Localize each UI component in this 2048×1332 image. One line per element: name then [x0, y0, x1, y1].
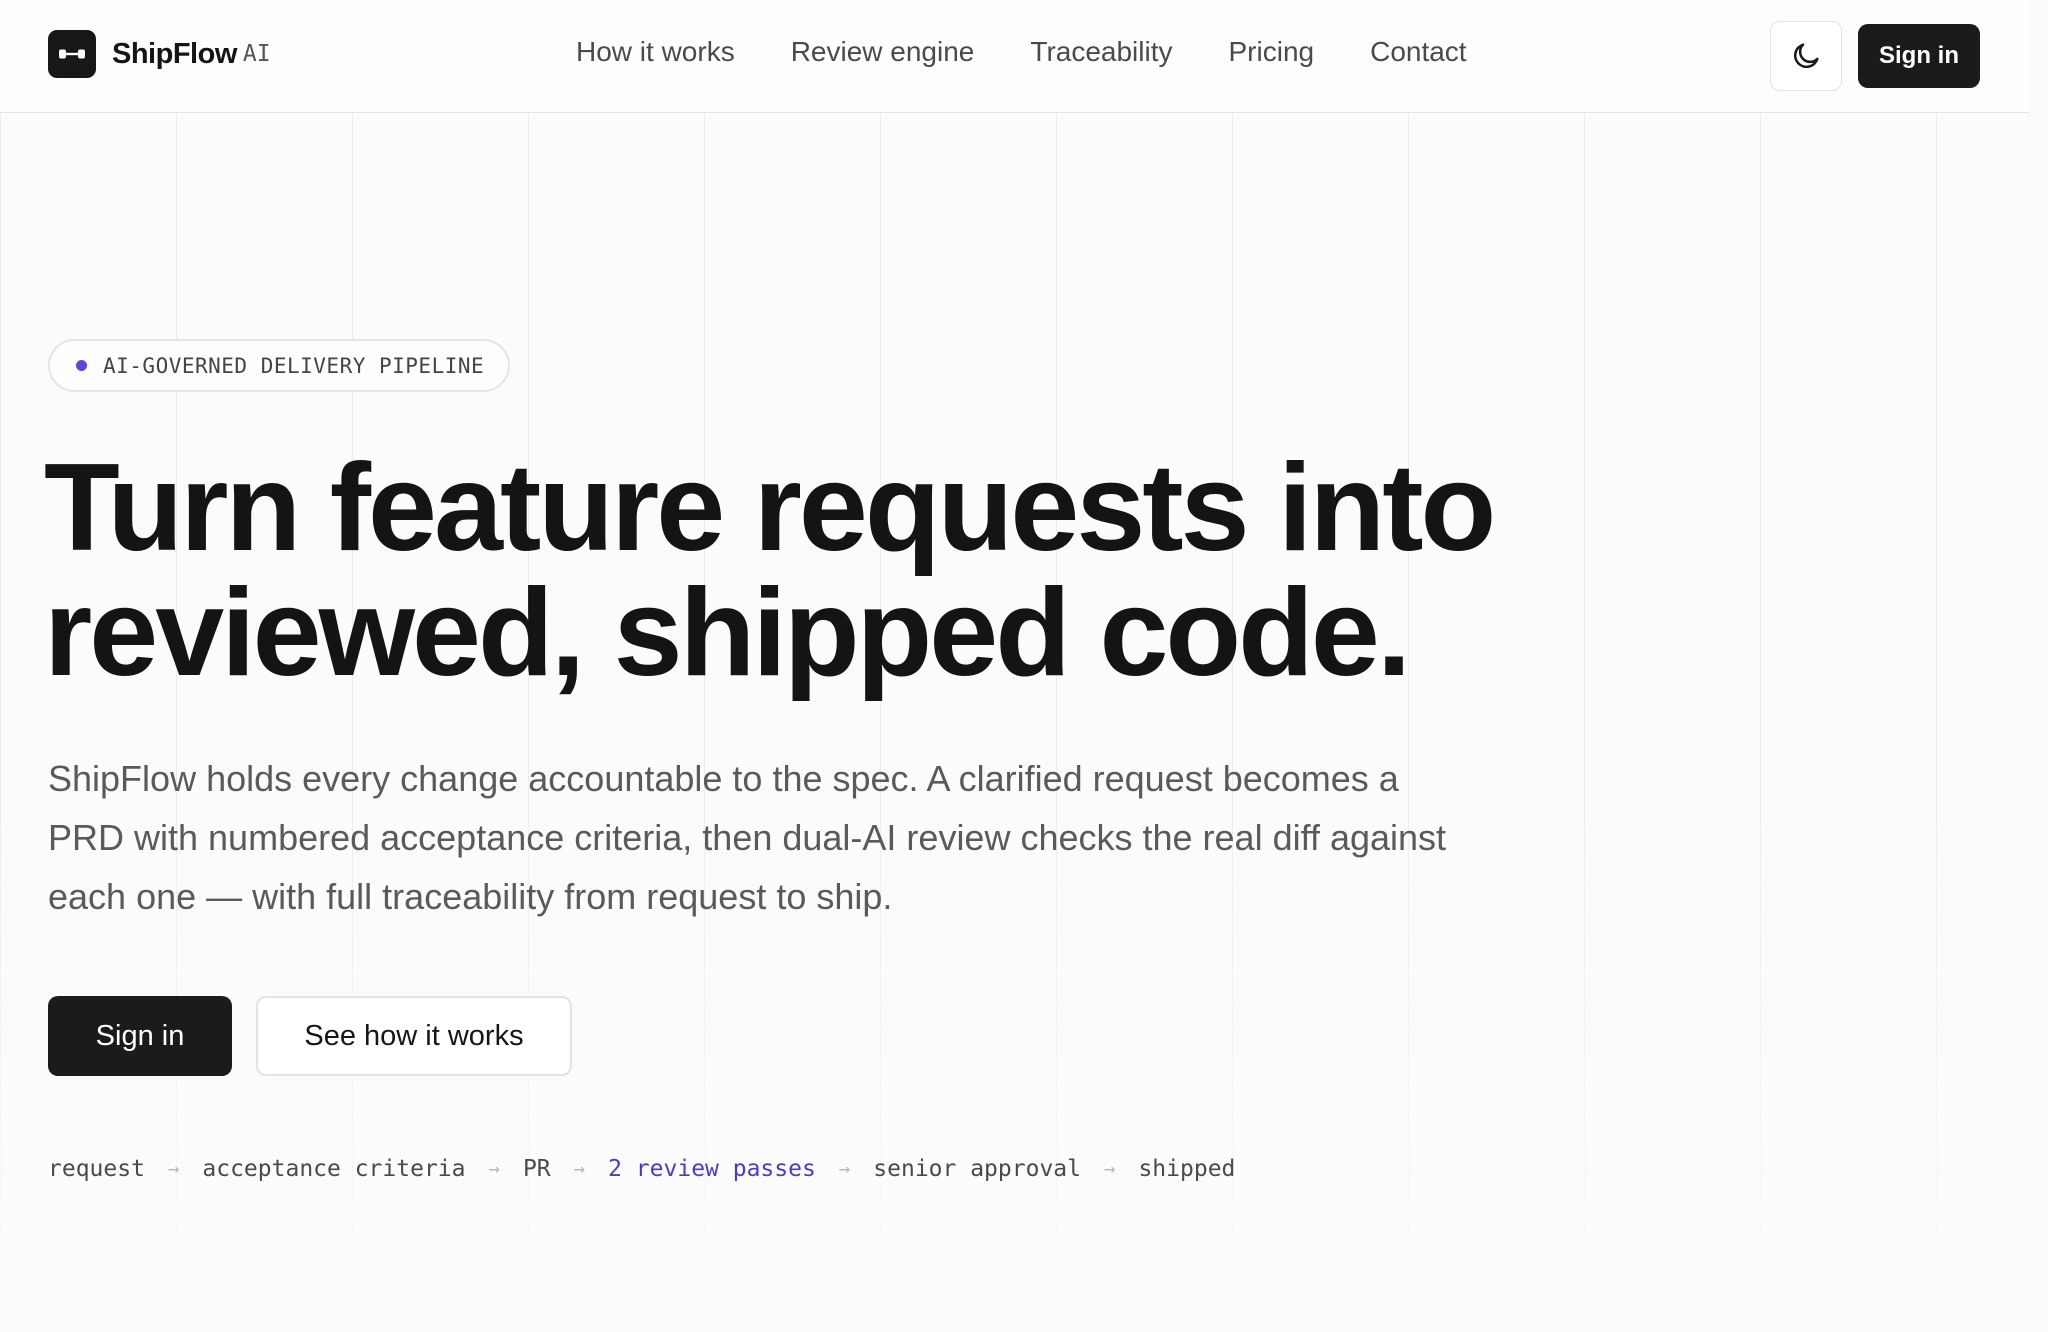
see-how-it-works-button[interactable]: See how it works	[256, 996, 572, 1076]
nav-how-it-works[interactable]: How it works	[576, 36, 735, 68]
pipeline-step-senior-approval: senior approval	[873, 1156, 1081, 1182]
arrow-right-icon: →	[1104, 1158, 1116, 1180]
headline-line-2: reviewed, shipped code.	[44, 564, 1411, 702]
nav-review-engine[interactable]: Review engine	[791, 36, 975, 68]
site-header: ShipFlow AI How it works Review engine T…	[0, 0, 2030, 113]
hero-description: ShipFlow holds every change accountable …	[48, 758, 1447, 917]
arrow-right-icon: →	[838, 1158, 851, 1180]
nav-contact[interactable]: Contact	[1370, 36, 1467, 68]
pipeline-steps: request → acceptance criteria → PR → 2 r…	[48, 1156, 1235, 1182]
brand-name: ShipFlow	[112, 37, 237, 70]
header-sign-in-button[interactable]: Sign in	[1858, 24, 1980, 88]
pipeline-step-shipped: shipped	[1138, 1156, 1236, 1182]
headline-line-1: Turn feature requests into	[44, 439, 1496, 577]
nav-traceability[interactable]: Traceability	[1030, 36, 1172, 68]
pipeline-step-pr: PR	[522, 1156, 551, 1182]
main-nav: How it works Review engine Traceability …	[576, 36, 1523, 68]
brand-suffix: AI	[242, 41, 271, 67]
theme-toggle-button[interactable]	[1770, 21, 1842, 91]
pipeline-step-review-passes: 2 review passes	[608, 1156, 816, 1182]
pipeline-step-acceptance-criteria: acceptance criteria	[202, 1156, 466, 1182]
hero-badge: AI-GOVERNED DELIVERY PIPELINE	[48, 339, 511, 392]
nav-pricing[interactable]: Pricing	[1229, 36, 1315, 68]
background-grid	[0, 113, 2048, 1332]
brand[interactable]: ShipFlow AI	[48, 30, 271, 78]
sign-in-button[interactable]: Sign in	[48, 996, 232, 1076]
landing-page: ShipFlow AI How it works Review engine T…	[0, 0, 2048, 1332]
arrow-right-icon: →	[573, 1158, 586, 1180]
badge-label: AI-GOVERNED DELIVERY PIPELINE	[103, 353, 485, 378]
arrow-right-icon: →	[167, 1158, 180, 1180]
status-dot	[76, 360, 87, 371]
hero-headline: Turn feature requests into reviewed, shi…	[44, 446, 1644, 696]
moon-icon	[1793, 43, 1819, 69]
pipeline-step-request: request	[48, 1156, 145, 1182]
link-icon	[48, 30, 96, 78]
arrow-right-icon: →	[488, 1158, 500, 1180]
